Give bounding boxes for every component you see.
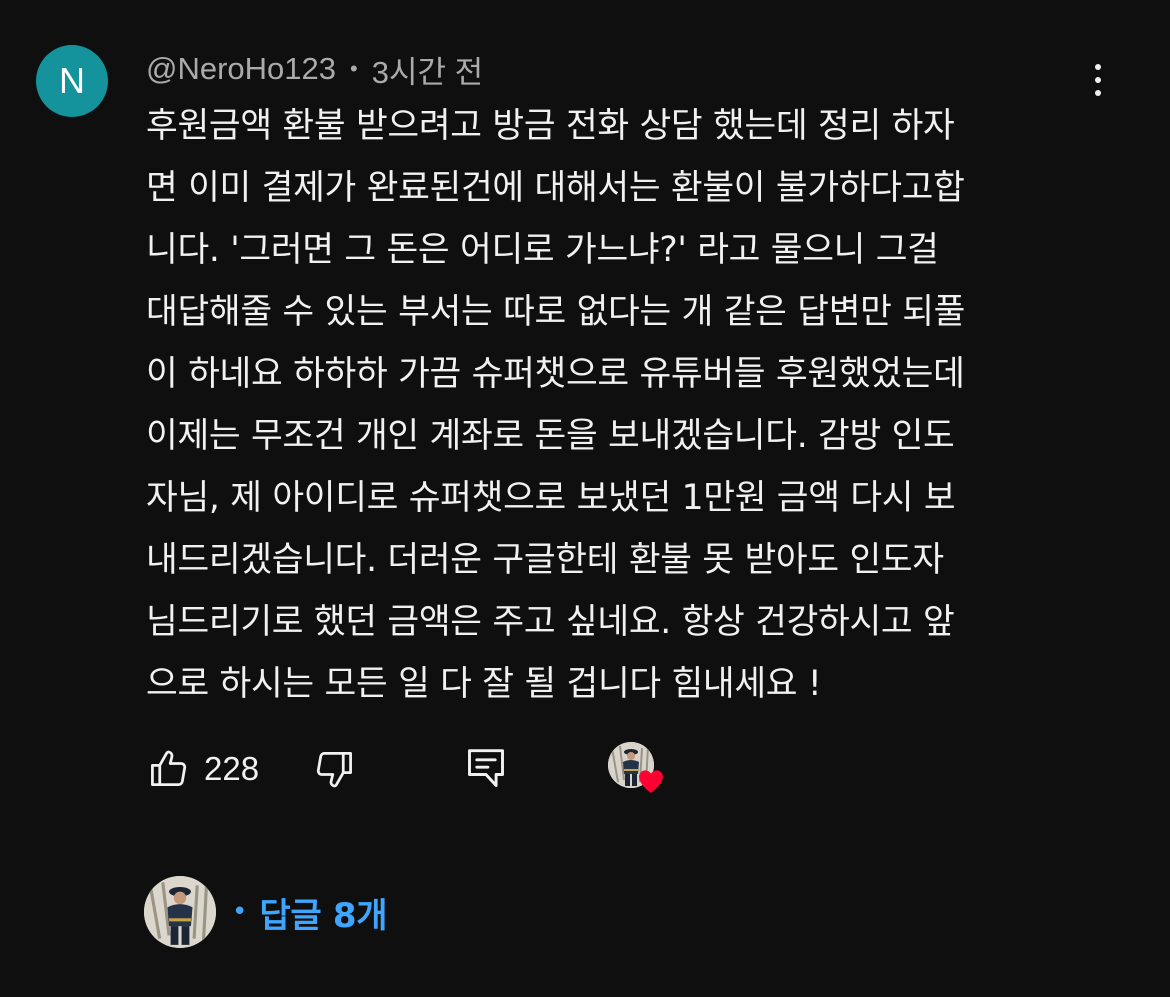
comment-text-line: 대답해줄 수 있는 부서는 따로 없다는 개 같은 답변만 되풀 (146, 292, 966, 332)
comment-author-avatar[interactable]: N (36, 45, 108, 117)
comment-text-line: 니다. '그러면 그 돈은 어디로 가느냐?' 라고 물으니 그걸 (146, 230, 939, 270)
creator-heart-icon (639, 770, 663, 793)
thumb-up-icon (151, 750, 187, 786)
replies-count-label[interactable]: 답글 8개 (259, 888, 387, 937)
more-vert-icon-dot (1095, 64, 1101, 70)
creator-heart (608, 742, 668, 800)
comment-text: 후원금액 환불 받으려고 방금 전화 상담 했는데 정리 하자 면 이미 결제가… (146, 95, 1096, 715)
comment-header: @NeroHo123 • 3시간 전 (146, 48, 483, 90)
replies-separator-dot: • (232, 897, 248, 927)
comment-text-line: 님드리기로 했던 금액은 주고 싶네요. 항상 건강하시고 앞 (146, 602, 955, 642)
more-vert-icon-dot (1095, 77, 1101, 83)
comment-author-name[interactable]: @NeroHo123 (146, 51, 336, 87)
dislike-button[interactable] (313, 742, 357, 796)
comment-text-line: 후원금액 환불 받으려고 방금 전화 상담 했는데 정리 하자 (146, 106, 955, 146)
comment-text-line: 이제는 무조건 개인 계좌로 돈을 보내겠습니다. 감방 인도 (146, 416, 955, 456)
like-button[interactable] (146, 742, 190, 796)
like-count: 228 (204, 750, 260, 787)
view-replies-button[interactable]: • 답글 8개 (144, 876, 387, 948)
comment-timestamp[interactable]: 3시간 전 (372, 47, 483, 92)
comment-text-line: 면 이미 결제가 완료된건에 대해서는 환불이 불가하다고합 (146, 168, 965, 208)
avatar-letter: N (59, 60, 85, 101)
comment-text-line: 이 하네요 하하하 가끔 슈퍼챗으로 유튜버들 후원했었는데 (146, 354, 965, 394)
thumb-down-icon (316, 752, 352, 788)
replier-avatar (144, 876, 216, 948)
reply-button[interactable] (464, 742, 508, 796)
header-separator-dot: • (350, 56, 358, 81)
comment-text-line: 내드리겠습니다. 더러운 구글한테 환불 못 받아도 인도자 (146, 540, 944, 580)
comment-text-line: 자님, 제 아이디로 슈퍼챗으로 보냈던 1만원 금액 다시 보 (146, 478, 956, 518)
police-avatar-illustration (144, 876, 216, 948)
comment-text-line: 으로 하시는 모든 일 다 잘 될 겁니다 힘내세요 ! (146, 664, 822, 704)
reply-comment-icon (468, 749, 504, 787)
